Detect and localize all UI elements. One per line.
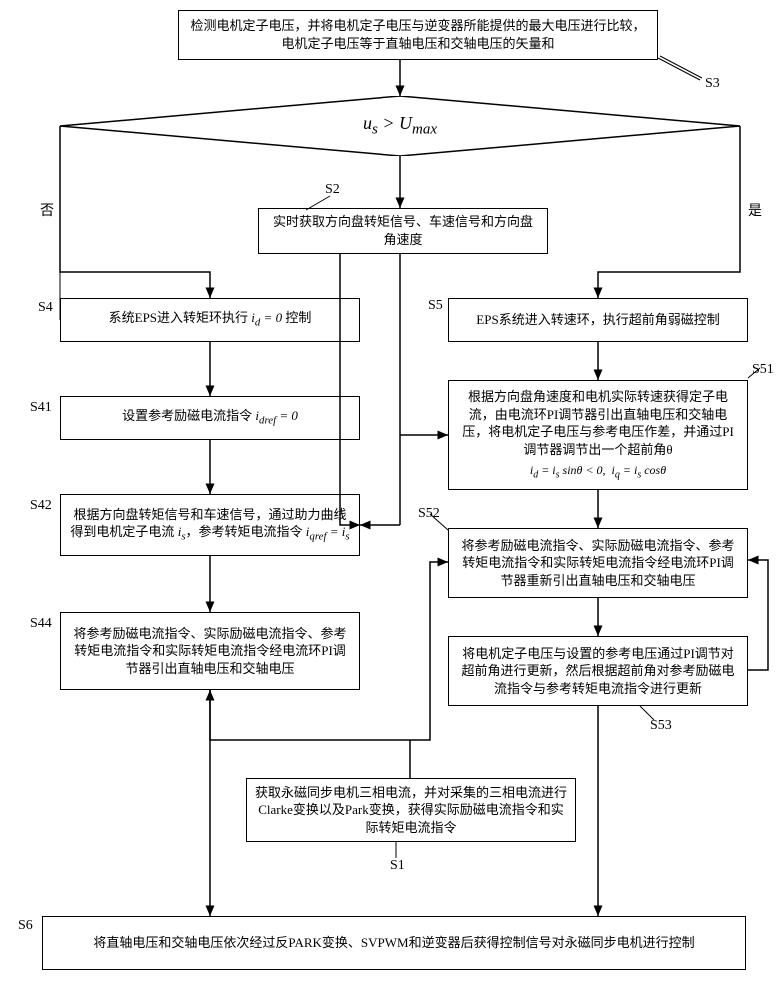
tag-s51: S51	[752, 362, 774, 378]
decision-expression: us > Umax	[363, 113, 437, 139]
step-s42: 根据方向盘转矩信号和车速信号，通过助力曲线得到电机定子电流 is，参考转矩电流指…	[60, 494, 360, 556]
step-s52: 将参考励磁电流指令、实际励磁电流指令、参考转矩电流指令和实际转矩电流指令经电流环…	[448, 528, 748, 598]
tag-s3: S3	[705, 76, 720, 92]
step-s51-eq: id = is sinθ < 0, iq = is cosθ	[530, 462, 666, 482]
tag-s52: S52	[418, 506, 440, 522]
tag-s2: S2	[325, 182, 340, 198]
edge-label-yes: 是	[748, 200, 762, 220]
tag-s41: S41	[30, 400, 52, 416]
step-detect-voltage: 检测电机定子电压，并将电机定子电压与逆变器所能提供的最大电压进行比较，电机定子电…	[178, 10, 658, 60]
step-s41: 设置参考励磁电流指令 idref = 0	[60, 396, 360, 440]
decision-us-umax: us > Umax	[60, 96, 740, 156]
tag-s1: S1	[390, 858, 405, 874]
tag-s42: S42	[30, 498, 52, 514]
step-s6: 将直轴电压和交轴电压依次经过反PARK变换、SVPWM和逆变器后获得控制信号对永…	[42, 916, 746, 970]
flowchart-canvas: 检测电机定子电压，并将电机定子电压与逆变器所能提供的最大电压进行比较，电机定子电…	[0, 0, 783, 1000]
edge-label-no: 否	[40, 200, 54, 220]
step-s5: EPS系统进入转速环，执行超前角弱磁控制	[448, 298, 748, 342]
step-s44: 将参考励磁电流指令、实际励磁电流指令、参考转矩电流指令和实际转矩电流指令经电流环…	[60, 612, 360, 690]
step-s51: 根据方向盘角速度和电机实际转速获得定子电流，由电流环PI调节器引出直轴电压和交轴…	[448, 380, 748, 490]
tag-s44: S44	[30, 616, 52, 632]
step-s2: 实时获取方向盘转矩信号、车速信号和方向盘角速度	[258, 208, 548, 254]
tag-s53: S53	[650, 718, 672, 734]
step-s51-text: 根据方向盘角速度和电机实际转速获得定子电流，由电流环PI调节器引出直轴电压和交轴…	[457, 388, 739, 458]
tag-s5: S5	[428, 298, 443, 314]
step-s1: 获取永磁同步电机三相电流，并对采集的三相电流进行Clarke变换以及Park变换…	[246, 778, 576, 842]
tag-s4: S4	[38, 300, 53, 316]
tag-s6: S6	[18, 918, 33, 934]
step-s53: 将电机定子电压与设置的参考电压通过PI调节对超前角进行更新，然后根据超前角对参考…	[448, 636, 748, 706]
step-s4: 系统EPS进入转矩环执行 id = 0 控制	[60, 298, 360, 342]
